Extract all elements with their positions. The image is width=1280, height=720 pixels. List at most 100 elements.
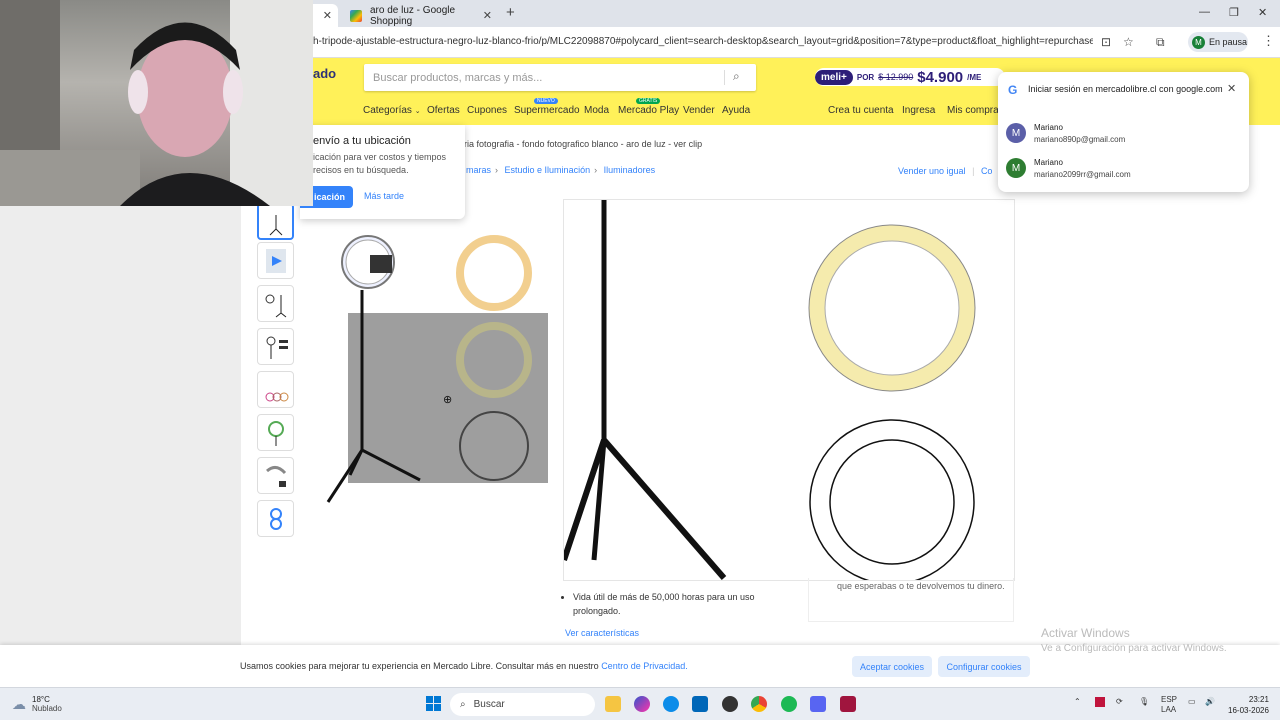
store-icon[interactable] [692, 696, 708, 712]
search-icon: ⌕ [460, 699, 466, 710]
weather-desc: Nublado [32, 704, 62, 713]
close-window-icon[interactable]: ✕ [1258, 6, 1267, 19]
taskbar-search[interactable]: ⌕ Buscar [450, 693, 595, 716]
ring-lights-thumb-icon [265, 392, 288, 401]
extensions-icon[interactable]: ⧉ [1156, 35, 1165, 50]
cookie-message: Usamos cookies para mejorar tu experienc… [240, 661, 602, 671]
chevron-right-icon: › [594, 165, 598, 175]
breadcrumb: maras › Estudio e Iluminación › Iluminador… [466, 165, 659, 175]
nav-supermercado[interactable]: NUEVO Supermercado [514, 98, 580, 116]
accept-cookies-button[interactable]: Aceptar cookies [852, 656, 932, 677]
webcam-overlay [0, 0, 313, 206]
windows-start-icon[interactable] [426, 696, 441, 711]
profile-button[interactable]: M En pausa [1188, 32, 1248, 52]
url-field[interactable]: h-tripode-ajustable-estructura-negro-luz… [313, 36, 1093, 47]
restore-icon[interactable]: ❐ [1229, 6, 1239, 19]
account-name: Mariano [1034, 122, 1063, 132]
close-tab-icon[interactable]: ✕ [483, 9, 492, 22]
nav-categorias[interactable]: Categorías ⌄ [363, 105, 421, 116]
search-divider [724, 70, 725, 85]
tab-google-shopping[interactable]: aro de luz - Google Shopping ✕ [342, 4, 500, 27]
sync-icon[interactable]: ⟳ [1116, 697, 1123, 706]
thumbnail[interactable] [257, 500, 294, 537]
spotify-icon[interactable] [781, 696, 797, 712]
microphone-icon[interactable]: 🎙 [1139, 697, 1149, 706]
nav-ayuda[interactable]: Ayuda [722, 105, 750, 116]
guarantee-box: que esperabas o te devolvemos tu dinero. [808, 578, 1014, 622]
chrome-icon[interactable] [751, 696, 767, 712]
ring-light-thumb-icon [267, 420, 284, 446]
edge-icon[interactable] [663, 696, 679, 712]
app-icon[interactable] [840, 696, 856, 712]
nav-supermercado-label: Supermercado [514, 105, 580, 116]
nuevo-badge: NUEVO [534, 98, 558, 104]
nav-moda[interactable]: Moda [584, 105, 609, 116]
thumbnail[interactable] [257, 414, 294, 451]
thumbnail[interactable] [257, 203, 294, 240]
nav-cupones[interactable]: Cupones [467, 105, 507, 116]
nav-crea-cuenta[interactable]: Crea tu cuenta [828, 105, 894, 116]
google-lens-icon[interactable]: ⊡ [1101, 35, 1111, 49]
network-icon[interactable]: ▭ [1188, 697, 1196, 706]
vender-igual-link[interactable]: Vender uno igual [898, 166, 966, 176]
menu-kebab-icon[interactable]: ⋮ [1262, 33, 1275, 49]
search-input[interactable] [364, 64, 714, 91]
discord-icon[interactable] [810, 696, 826, 712]
nav-mercado-play[interactable]: GRATIS Mercado Play [618, 98, 680, 116]
breadcrumb-item[interactable]: Estudio e Iluminación [505, 165, 591, 175]
lang-code: ESP [1161, 695, 1178, 704]
feature-item: Vida útil de más de 50,000 horas para un… [573, 590, 785, 618]
search-icon[interactable]: ⌕ [733, 69, 740, 84]
nav-mercado-play-label: Mercado Play [618, 105, 680, 116]
thumbnail[interactable] [257, 371, 294, 408]
ver-caracteristicas-link[interactable]: Ver características [565, 628, 639, 638]
watermark-line2: Ve a Configuración para activar Windows. [1041, 643, 1227, 654]
nav-ingresa[interactable]: Ingresa [902, 105, 935, 116]
thumbnail[interactable] [257, 285, 294, 322]
privacy-center-link[interactable]: Centro de Privacidad. [601, 661, 688, 671]
meli-plus-banner[interactable]: meli+ POR $ 12.990 $4.900 /ME [815, 68, 1005, 86]
related-searches[interactable]: oria fotografia - fondo fotografico blan… [459, 139, 702, 149]
breadcrumb-item[interactable]: maras [466, 165, 491, 175]
bookmark-star-icon[interactable]: ☆ [1123, 35, 1134, 49]
tray-app-icon[interactable] [1095, 697, 1105, 707]
guarantee-text: que esperabas o te devolvemos tu dinero. [837, 581, 1005, 591]
breadcrumb-item[interactable]: Iluminadores [604, 165, 656, 175]
main-product-image[interactable]: ⊕ [310, 210, 560, 520]
language-indicator[interactable]: ESP LAA [1161, 695, 1177, 715]
weather-temp: 18°C [32, 695, 50, 704]
minimize-icon[interactable]: — [1199, 6, 1210, 18]
clock-time: 23:21 [1248, 695, 1269, 704]
avatar: M [1192, 35, 1205, 49]
close-icon[interactable]: ✕ [1227, 82, 1236, 95]
account-option[interactable]: M Mariano mariano890p@gmail.com [1006, 118, 1241, 148]
avatar: M [1006, 123, 1026, 143]
chevron-up-icon[interactable]: ⌃ [1074, 697, 1081, 706]
later-button[interactable]: Más tarde [364, 191, 404, 201]
account-option[interactable]: M Mariano mariano2099rr@gmail.com [1006, 153, 1241, 183]
app-icon[interactable] [722, 696, 738, 712]
google-signin-popup: G Iniciar sesión en mercadolibre.cl con … [998, 72, 1249, 192]
zoom-preview [561, 199, 1015, 585]
google-popup-title: Iniciar sesión en mercadolibre.cl con go… [1028, 84, 1223, 94]
clock-date: 16-03-2026 [1228, 706, 1269, 715]
location-popup-title: envío a tu ubicación [313, 135, 411, 147]
compartir-link[interactable]: Co [981, 166, 993, 176]
video-thumbnail[interactable] [257, 242, 294, 279]
volume-icon[interactable]: 🔊 [1205, 697, 1215, 706]
clock[interactable]: 23:21 16-03-2026 [1228, 694, 1269, 716]
weather-widget[interactable]: ☁ 18°C Nublado [12, 695, 62, 713]
file-explorer-icon[interactable] [605, 696, 621, 712]
thumbnail[interactable] [257, 328, 294, 365]
nav-vender[interactable]: Vender [683, 105, 715, 116]
configure-cookies-button[interactable]: Configurar cookies [938, 656, 1030, 677]
copilot-icon[interactable] [634, 696, 650, 712]
nav-ofertas[interactable]: Ofertas [427, 105, 460, 116]
new-tab-icon[interactable]: + [506, 4, 515, 21]
close-tab-icon[interactable]: ✕ [323, 9, 332, 22]
site-logo[interactable]: ado [313, 66, 336, 81]
nav-mis-compras[interactable]: Mis compras [947, 105, 1004, 116]
chevron-right-icon: › [495, 165, 499, 175]
thumbnail[interactable] [257, 457, 294, 494]
taskbar-search-label: Buscar [473, 699, 505, 710]
